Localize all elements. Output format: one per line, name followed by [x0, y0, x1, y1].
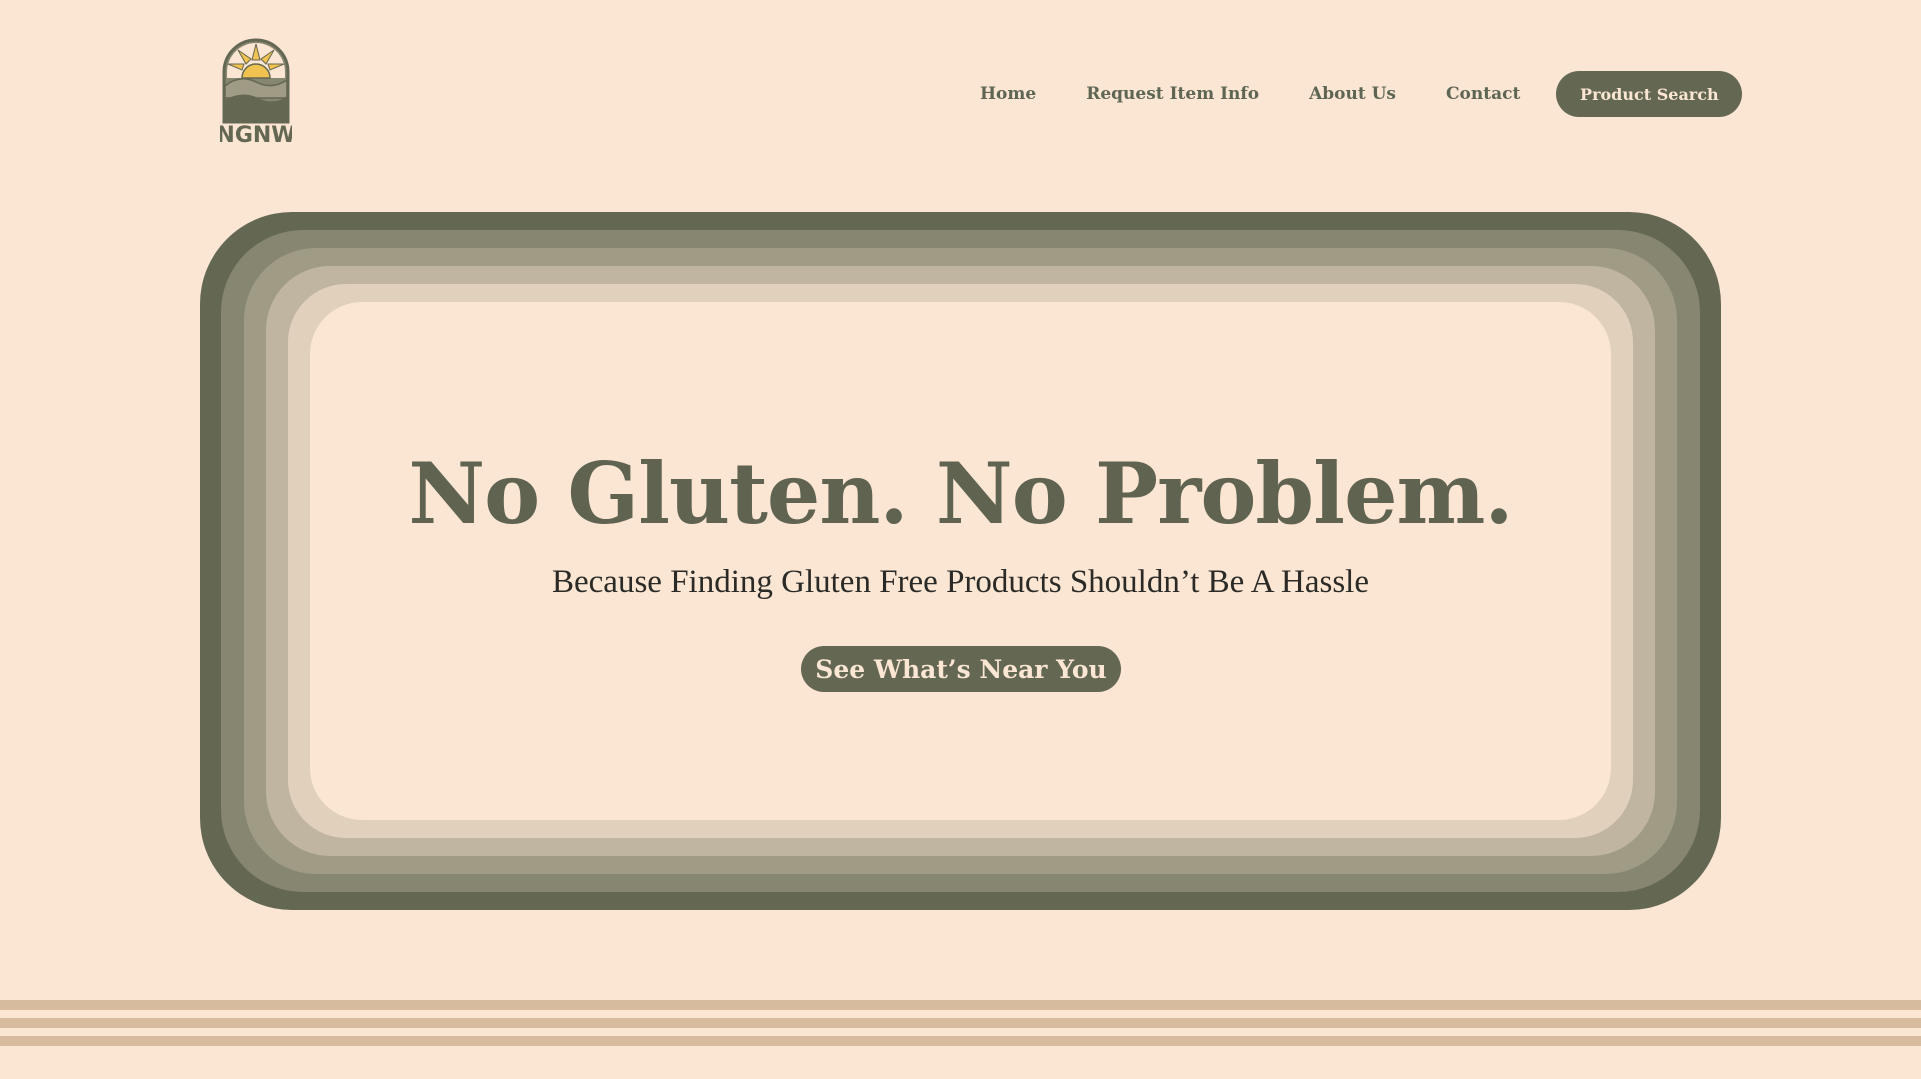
logo-mark-icon: NGNW [220, 38, 292, 146]
logo-text: NGNW [220, 123, 292, 146]
main-nav: Home Request Item Info About Us Contact … [980, 70, 1743, 118]
decorative-stripe [0, 1018, 1921, 1028]
nav-contact-link[interactable]: Contact [1446, 84, 1520, 104]
decorative-stripe [0, 1000, 1921, 1010]
logo[interactable]: NGNW [220, 38, 292, 146]
product-search-button[interactable]: Product Search [1556, 71, 1743, 117]
nav-about-us-link[interactable]: About Us [1309, 84, 1396, 104]
hero-title: No Gluten. No Problem. [408, 444, 1513, 543]
page: NGNW Home Request Item Info About Us Con… [0, 0, 1921, 1079]
hero-panel [310, 302, 1611, 820]
nav-home-link[interactable]: Home [980, 84, 1036, 104]
nav-request-item-info-link[interactable]: Request Item Info [1086, 84, 1259, 104]
see-whats-near-you-button[interactable]: See What’s Near You [801, 646, 1121, 692]
decorative-stripe [0, 1036, 1921, 1046]
hero-subtitle: Because Finding Gluten Free Products Sho… [552, 564, 1369, 600]
